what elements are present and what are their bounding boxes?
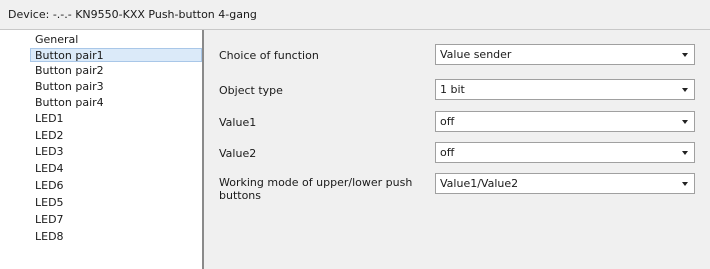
chevron-down-icon (682, 182, 688, 186)
sidebar-item-led8[interactable]: LED8 (31, 230, 68, 244)
sidebar-item-label: LED8 (35, 230, 64, 243)
sidebar-item-button-pair3[interactable]: Button pair3 (31, 80, 108, 94)
value2-dropdown[interactable]: off (435, 142, 695, 163)
chevron-down-icon (682, 151, 688, 155)
choice-of-function-dropdown[interactable]: Value sender (435, 44, 695, 65)
sidebar-item-label: General (35, 33, 79, 46)
dropdown-value: off (440, 115, 455, 128)
sidebar-item-led3[interactable]: LED3 (31, 145, 68, 159)
sidebar-item-label: Button pair2 (35, 64, 104, 77)
sidebar-item-button-pair1[interactable]: Button pair1 (30, 48, 202, 62)
device-title: Device: -.-.- KN9550-KXX Push-button 4-g… (8, 8, 257, 21)
dropdown-value: Value sender (440, 48, 512, 61)
sidebar-item-led5[interactable]: LED5 (31, 196, 68, 210)
dropdown-value: Value1/Value2 (440, 177, 519, 190)
sidebar-item-label: LED3 (35, 145, 64, 158)
sidebar-item-label: LED1 (35, 112, 64, 125)
value2-label: Value2 (219, 147, 257, 160)
sidebar-item-label: LED4 (35, 162, 64, 175)
sidebar-item-led1[interactable]: LED1 (31, 112, 68, 126)
parameter-tree: General Button pair1 Button pair2 Button… (0, 30, 204, 269)
sidebar-item-label: LED5 (35, 196, 64, 209)
working-mode-dropdown[interactable]: Value1/Value2 (435, 173, 695, 194)
sidebar-item-led7[interactable]: LED7 (31, 213, 68, 227)
dropdown-value: off (440, 146, 455, 159)
sidebar-item-label: LED6 (35, 179, 64, 192)
value1-label: Value1 (219, 116, 257, 129)
chevron-down-icon (682, 120, 688, 124)
working-mode-label: Working mode of upper/lower push buttons (219, 176, 413, 202)
sidebar-item-led6[interactable]: LED6 (31, 179, 68, 193)
choice-of-function-label: Choice of function (219, 49, 319, 62)
sidebar-item-general[interactable]: General (31, 33, 82, 47)
sidebar-item-label: Button pair4 (35, 96, 104, 109)
sidebar-item-led2[interactable]: LED2 (31, 129, 68, 143)
chevron-down-icon (682, 53, 688, 57)
parameter-panel: Choice of function Value sender Object t… (206, 30, 710, 269)
dropdown-value: 1 bit (440, 83, 465, 96)
sidebar-item-label: Button pair1 (35, 49, 104, 62)
sidebar-item-label: LED7 (35, 213, 64, 226)
sidebar-item-label: LED2 (35, 129, 64, 142)
device-title-bar: Device: -.-.- KN9550-KXX Push-button 4-g… (0, 0, 710, 30)
object-type-label: Object type (219, 84, 283, 97)
chevron-down-icon (682, 88, 688, 92)
sidebar-item-button-pair4[interactable]: Button pair4 (31, 96, 108, 110)
sidebar-item-label: Button pair3 (35, 80, 104, 93)
value1-dropdown[interactable]: off (435, 111, 695, 132)
sidebar-item-button-pair2[interactable]: Button pair2 (31, 64, 108, 78)
sidebar-item-led4[interactable]: LED4 (31, 162, 68, 176)
object-type-dropdown[interactable]: 1 bit (435, 79, 695, 100)
